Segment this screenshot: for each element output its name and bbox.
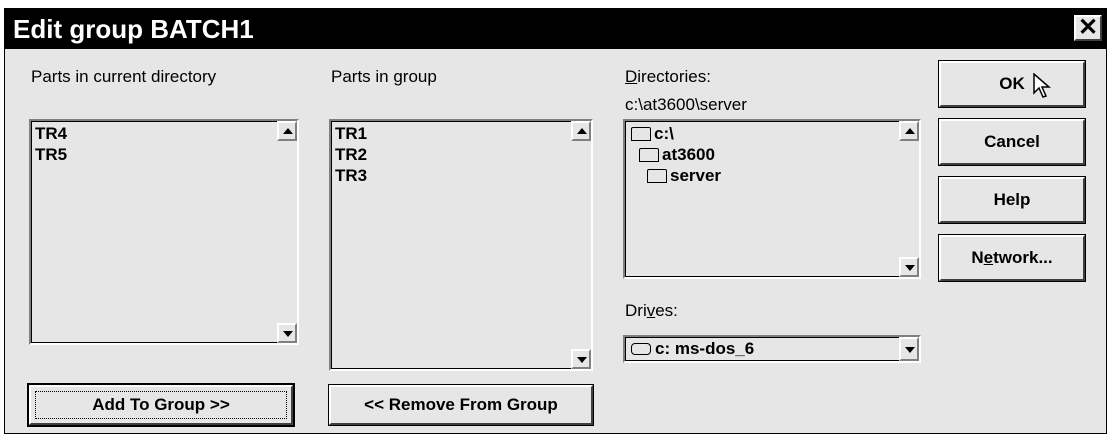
open-folder-icon [639,147,659,162]
remove-from-group-label: << Remove From Group [364,395,558,414]
directories-label: Directories: [625,67,711,87]
scroll-up-arrow-icon [905,128,915,134]
dialog-title: Edit group BATCH1 [13,14,254,44]
drives-selected-value: c: ms-dos_6 [631,339,754,359]
parts-in-current-directory-label: Parts in current directory [31,67,217,86]
parts-in-group-list[interactable]: TR1 TR2 TR3 [329,119,593,371]
network-mnemonic: e [983,248,994,267]
directory-item-server[interactable]: server [631,165,721,186]
cancel-label: Cancel [984,132,1040,151]
vertical-scrollbar[interactable] [571,121,591,369]
scroll-up-button[interactable] [277,121,297,141]
scroll-up-arrow-icon [283,128,293,134]
scroll-up-button[interactable] [571,121,591,141]
add-to-group-button[interactable]: Add To Group >> [27,383,295,427]
focus-ring [35,391,287,419]
scroll-down-button[interactable] [571,349,591,369]
drive-icon [631,342,651,355]
drives-selected-text: c: ms-dos_6 [655,339,755,358]
drives-mnemonic: v [646,301,656,320]
list-item[interactable]: TR2 [335,144,367,165]
scroll-up-button[interactable] [899,121,919,141]
scroll-up-arrow-icon [577,128,587,134]
open-folder-icon [631,126,651,141]
parts-group-items: TR1 TR2 TR3 [335,123,367,186]
scroll-down-arrow-icon [577,357,587,363]
drives-select[interactable]: c: ms-dos_6 [623,335,921,363]
parts-in-group-label: Parts in group [331,67,437,86]
directories-tree-list[interactable]: c:\ at3600 server [623,119,921,279]
vertical-scrollbar[interactable] [899,121,919,277]
remove-from-group-button[interactable]: << Remove From Group [328,384,594,426]
network-label-pre: N [971,248,984,267]
drives-label-post: es: [655,301,678,320]
cancel-button[interactable]: Cancel [938,118,1086,166]
directory-item-root[interactable]: c:\ [631,123,721,144]
ok-button[interactable]: OK [938,60,1086,108]
list-item[interactable]: TR1 [335,123,367,144]
directory-tree: c:\ at3600 server [631,123,721,186]
drives-dropdown-button[interactable] [899,337,919,361]
help-label: Help [993,190,1031,209]
directories-label-rest: irectories: [637,67,711,86]
directory-label: c:\ [654,124,674,143]
drives-label: Drives: [625,301,678,321]
open-folder-icon [647,168,667,183]
help-button[interactable]: Help [938,176,1086,224]
drives-label-pre: Dri [625,301,647,320]
edit-group-dialog: Edit group BATCH1 ✕ Parts in current dir… [4,8,1107,434]
list-item[interactable]: TR3 [335,165,367,186]
network-label-post: twork... [993,248,1053,267]
list-frame [31,121,297,343]
directory-item-at3600[interactable]: at3600 [631,144,721,165]
close-icon: ✕ [1077,14,1099,41]
scroll-down-button[interactable] [277,323,297,343]
list-item[interactable]: TR5 [35,144,67,165]
mouse-pointer-icon [1033,73,1051,98]
chevron-down-icon [905,347,915,353]
list-item[interactable]: TR4 [35,123,67,144]
network-button[interactable]: Network... [938,234,1086,282]
close-button[interactable]: ✕ [1074,15,1102,41]
scroll-down-button[interactable] [899,257,919,277]
ok-label: OK [999,74,1025,93]
scroll-down-arrow-icon [283,331,293,337]
title-bar: Edit group BATCH1 ✕ [5,9,1106,49]
directory-label: server [670,166,722,185]
parts-in-current-directory-list[interactable]: TR4 TR5 [29,119,299,345]
directory-label: at3600 [662,145,715,164]
current-directory-path: c:\at3600\server [625,95,747,114]
parts-current-items: TR4 TR5 [35,123,67,165]
scroll-down-arrow-icon [905,265,915,271]
list-frame [331,121,591,369]
vertical-scrollbar[interactable] [277,121,297,343]
directories-mnemonic: D [625,67,638,86]
